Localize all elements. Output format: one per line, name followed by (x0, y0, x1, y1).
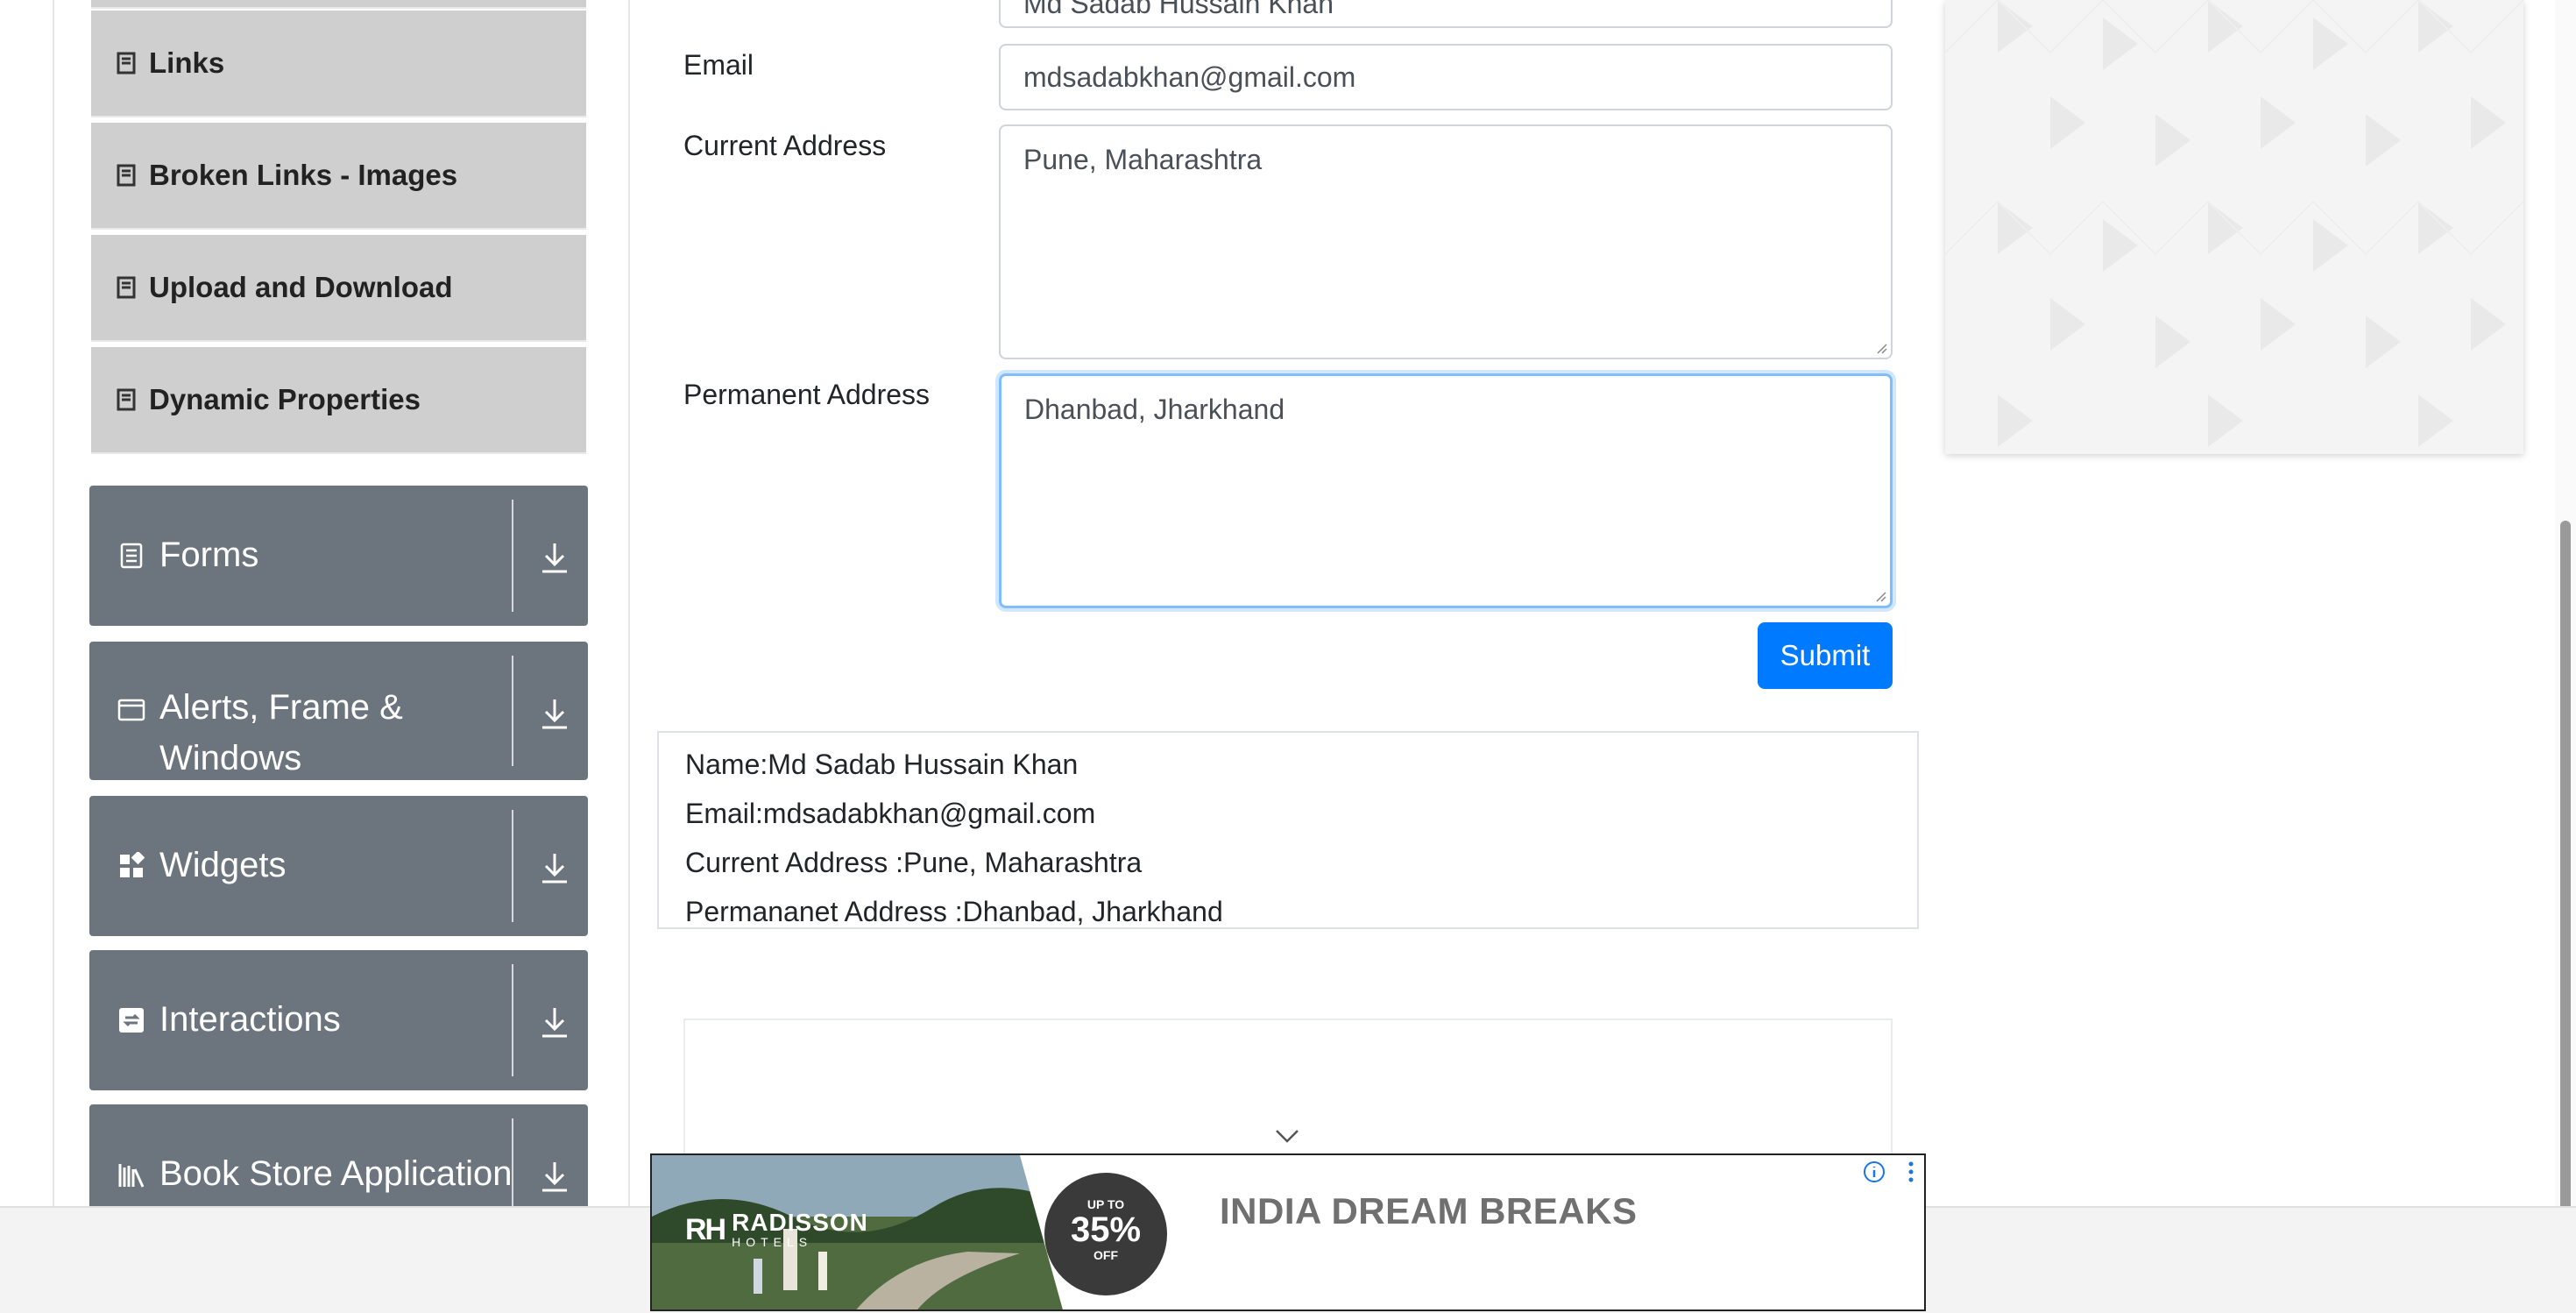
info-icon[interactable] (1863, 1160, 1886, 1183)
discount-badge: UP TO 35% OFF (1044, 1173, 1167, 1295)
sidebar-item-dynamic-properties[interactable]: Dynamic Properties (91, 347, 586, 454)
email-value: mdsadabkhan@gmail.com (1023, 61, 1356, 93)
sidebar-right-border (628, 0, 630, 1206)
group-divider (512, 500, 513, 612)
group-divider (512, 964, 513, 1076)
book-icon (117, 276, 136, 299)
group-label: Forms (159, 536, 259, 574)
group-label: Book Store Application (159, 1154, 513, 1193)
interactions-icon (119, 1008, 144, 1033)
group-label-line-1: Alerts, Frame & (159, 688, 403, 727)
ad-headline: INDIA DREAM BREAKS (1220, 1190, 1638, 1231)
group-divider (512, 656, 513, 766)
download-icon[interactable] (540, 850, 570, 885)
permanent-address-value: Dhanbad, Jharkhand (1024, 394, 1285, 425)
bottom-banner-ad[interactable]: RH RADISSON HOTELS UP TO 35% OFF INDIA D… (650, 1153, 1926, 1311)
widgets-icon (120, 852, 145, 877)
download-icon[interactable] (540, 540, 570, 575)
group-divider (512, 1118, 513, 1206)
download-icon[interactable] (540, 696, 570, 731)
sidebar-group-interactions[interactable]: Interactions (89, 950, 588, 1090)
sidebar-item-links[interactable]: Links (91, 11, 586, 117)
group-label: Interactions (159, 1000, 341, 1039)
sidebar-item-label: Links (149, 46, 225, 79)
group-divider (512, 810, 513, 922)
more-options-icon[interactable] (1907, 1160, 1915, 1183)
permanent-address-field[interactable]: Dhanbad, Jharkhand (999, 373, 1893, 608)
brand-name: RADISSON (732, 1209, 868, 1236)
current-address-field[interactable]: Pune, Maharashtra (999, 124, 1893, 359)
sidebar-item-label: Dynamic Properties (149, 383, 421, 415)
sidebar-item-label: Broken Links - Images (149, 159, 458, 191)
full-name-field[interactable]: Md Sadab Hussain Khan (999, 0, 1893, 28)
resize-handle-icon[interactable] (1872, 588, 1886, 602)
current-address-label: Current Address (683, 130, 887, 161)
output-permanent-address: Permananet Address :Dhanbad, Jharkhand (685, 896, 1223, 927)
radisson-logo: RH RADISSON HOTELS (685, 1209, 868, 1250)
book-icon (117, 388, 136, 411)
brand-subtitle: HOTELS (732, 1235, 813, 1249)
badge-top-text: UP TO (1086, 1197, 1125, 1211)
sidebar-group-forms[interactable]: Forms (89, 486, 588, 626)
download-icon[interactable] (540, 1004, 570, 1040)
pattern-image (1945, 0, 2523, 447)
output-current-address: Current Address :Pune, Maharashtra (685, 847, 1143, 878)
window-icon (117, 699, 145, 721)
download-icon[interactable] (540, 1159, 570, 1194)
sidebar-item-label: Upload and Download (149, 271, 453, 303)
book-icon (117, 52, 136, 75)
current-address-value: Pune, Maharashtra (1023, 144, 1263, 175)
side-ad-panel[interactable] (1945, 0, 2523, 454)
resize-handle-icon[interactable] (1873, 340, 1887, 354)
sidebar-item-upload-download[interactable]: Upload and Download (91, 235, 586, 342)
document-icon (120, 543, 143, 569)
book-icon (117, 164, 136, 187)
group-label: Widgets (159, 846, 287, 884)
sidebar-item-broken-links[interactable]: Broken Links - Images (91, 123, 586, 230)
chevron-down-icon[interactable] (1274, 1125, 1300, 1146)
sidebar-group-book-store[interactable]: Book Store Application (89, 1104, 588, 1206)
output-name: Name:Md Sadab Hussain Khan (685, 749, 1079, 780)
group-label-line-2: Windows (159, 739, 302, 777)
output-email: Email:mdsadabkhan@gmail.com (685, 798, 1096, 829)
full-name-value: Md Sadab Hussain Khan (1023, 0, 1334, 19)
sidebar-item-previous[interactable] (91, 0, 586, 9)
badge-percent: 35% (1070, 1210, 1142, 1249)
scrollbar-thumb[interactable] (2560, 521, 2571, 1225)
badge-bottom-text: OFF (1093, 1248, 1118, 1262)
email-field[interactable]: mdsadabkhan@gmail.com (999, 44, 1893, 110)
sidebar-left-border (53, 0, 54, 1206)
permanent-address-label: Permanent Address (683, 379, 931, 410)
email-label: Email (683, 49, 754, 81)
books-icon (118, 1164, 145, 1188)
output-panel: Name:Md Sadab Hussain Khan Email:mdsadab… (657, 731, 1919, 929)
sidebar-group-widgets[interactable]: Widgets (89, 796, 588, 936)
sidebar-group-alerts[interactable]: Alerts, Frame & Windows (89, 642, 588, 780)
submit-button[interactable]: Submit (1758, 622, 1893, 689)
